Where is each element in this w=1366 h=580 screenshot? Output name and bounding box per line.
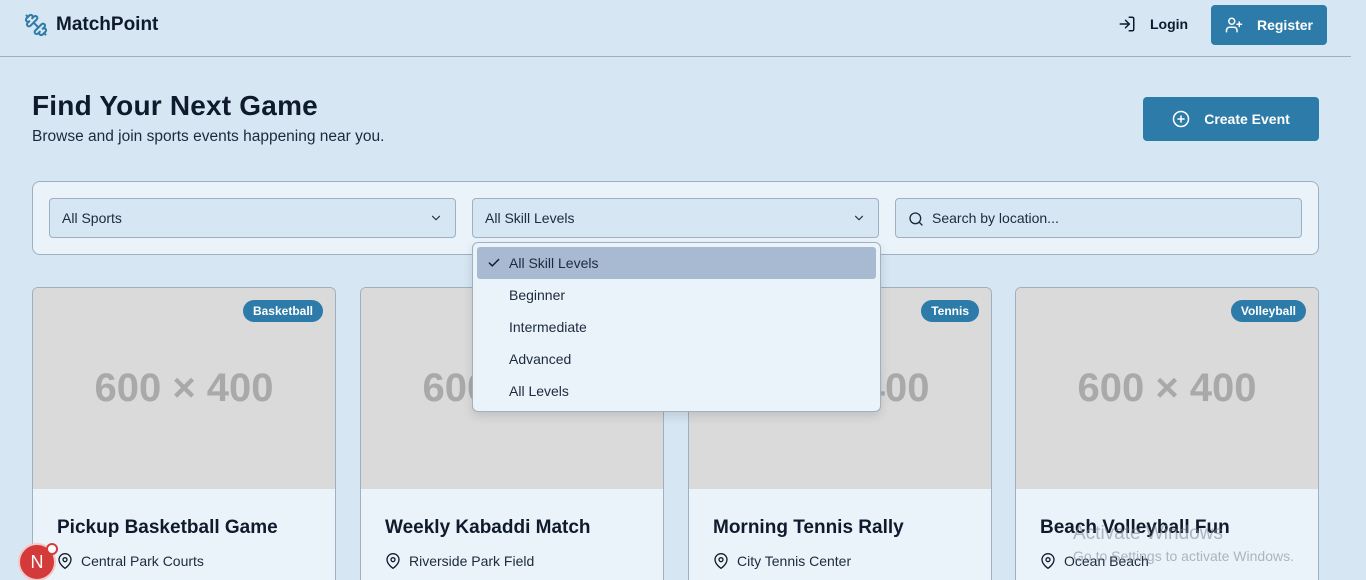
event-title: Weekly Kabaddi Match bbox=[385, 517, 591, 538]
status-dot bbox=[46, 543, 58, 555]
event-card[interactable]: 600 × 400 Basketball Pickup Basketball G… bbox=[32, 287, 336, 580]
image-placeholder-text: 600 × 400 bbox=[1077, 366, 1257, 410]
sport-badge: Basketball bbox=[242, 300, 323, 322]
event-title: Morning Tennis Rally bbox=[713, 517, 904, 538]
option-label: Intermediate bbox=[509, 319, 587, 335]
event-title: Pickup Basketball Game bbox=[57, 517, 278, 538]
skill-option-advanced[interactable]: Advanced bbox=[477, 343, 876, 375]
event-location-text: City Tennis Center bbox=[737, 553, 852, 569]
page-scrollbar[interactable] bbox=[1351, 0, 1366, 580]
map-pin-icon bbox=[386, 553, 400, 569]
login-link[interactable]: Login bbox=[1118, 15, 1188, 33]
event-location-text: Central Park Courts bbox=[81, 553, 204, 569]
option-label: All Levels bbox=[509, 383, 569, 399]
event-location-text: Riverside Park Field bbox=[409, 553, 535, 569]
register-label: Register bbox=[1256, 17, 1314, 33]
login-label: Login bbox=[1150, 16, 1189, 32]
search-icon bbox=[909, 212, 923, 226]
watermark-subtitle: Go to Settings to activate Windows. bbox=[1073, 548, 1294, 564]
plus-circle-icon bbox=[1172, 110, 1190, 128]
sport-badge: Volleyball bbox=[1230, 300, 1306, 322]
image-placeholder-text: 600 × 400 bbox=[94, 366, 274, 410]
create-event-label: Create Event bbox=[1204, 111, 1290, 127]
option-label: Advanced bbox=[509, 351, 572, 367]
skill-option-beginner[interactable]: Beginner bbox=[477, 279, 876, 311]
map-pin-icon bbox=[714, 553, 728, 569]
top-header: MatchPoint Login Register bbox=[0, 0, 1351, 57]
option-label: Beginner bbox=[509, 287, 566, 303]
skill-level-select[interactable]: All Skill Levels bbox=[472, 198, 879, 238]
register-button[interactable]: Register bbox=[1211, 5, 1327, 45]
page-title: Find Your Next Game bbox=[32, 90, 318, 121]
sport-select[interactable]: All Sports bbox=[49, 198, 456, 238]
skill-level-dropdown: All Skill Levels Beginner Intermediate A… bbox=[472, 242, 881, 412]
sport-badge: Tennis bbox=[921, 300, 979, 322]
login-icon bbox=[1119, 16, 1135, 32]
create-event-button[interactable]: Create Event bbox=[1143, 97, 1319, 141]
activation-watermark: Activate Windows Go to Settings to activ… bbox=[1073, 523, 1294, 564]
check-icon bbox=[488, 258, 500, 267]
sport-select-value: All Sports bbox=[62, 210, 122, 226]
chevron-down-icon bbox=[854, 215, 864, 221]
user-plus-icon bbox=[1225, 17, 1243, 33]
app-name: MatchPoint bbox=[56, 14, 159, 35]
skill-option-all-levels[interactable]: All Levels bbox=[477, 375, 876, 407]
map-pin-icon bbox=[1041, 553, 1055, 569]
location-search-input[interactable] bbox=[932, 199, 1292, 237]
app-logo[interactable]: MatchPoint bbox=[24, 13, 158, 37]
event-location: Riverside Park Field bbox=[385, 553, 534, 569]
option-label: All Skill Levels bbox=[509, 255, 599, 271]
skill-option-all-skill-levels[interactable]: All Skill Levels bbox=[477, 247, 876, 279]
location-search bbox=[895, 198, 1302, 238]
map-pin-icon bbox=[58, 553, 72, 569]
dumbbell-icon bbox=[24, 13, 48, 37]
skill-select-value: All Skill Levels bbox=[485, 210, 575, 226]
event-location: Central Park Courts bbox=[57, 553, 204, 569]
event-location: City Tennis Center bbox=[713, 553, 851, 569]
chevron-down-icon bbox=[431, 215, 441, 221]
skill-option-intermediate[interactable]: Intermediate bbox=[477, 311, 876, 343]
watermark-title: Activate Windows bbox=[1073, 523, 1223, 544]
page-subtitle: Browse and join sports events happening … bbox=[32, 128, 385, 145]
